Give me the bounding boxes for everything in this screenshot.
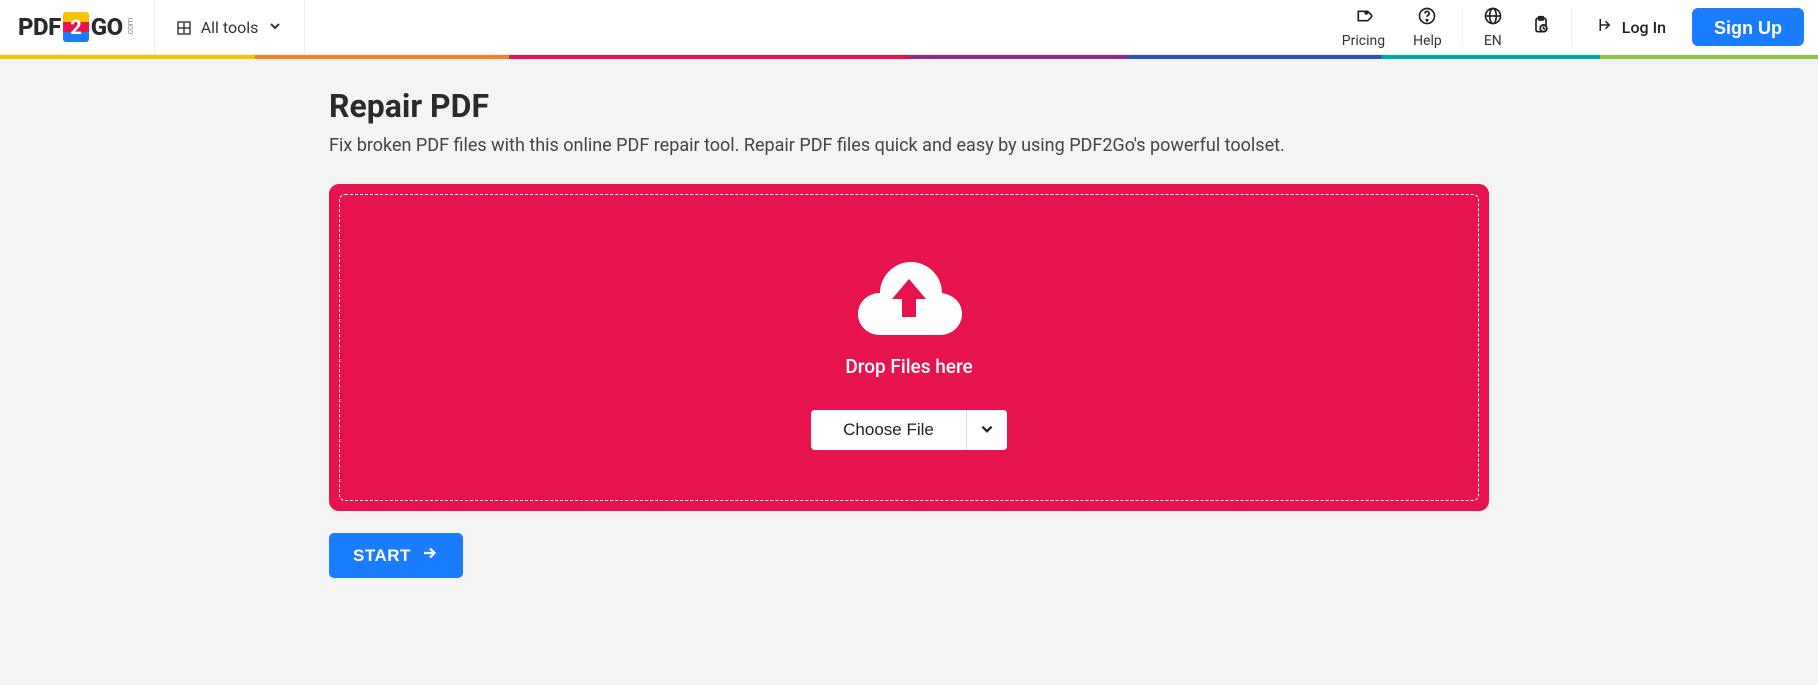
help-icon <box>1417 6 1437 30</box>
start-button[interactable]: START <box>329 533 463 578</box>
page-subtitle: Fix broken PDF files with this online PD… <box>329 135 1489 156</box>
nav-language-label: EN <box>1484 33 1502 49</box>
dropzone[interactable]: Drop Files here Choose File <box>329 184 1489 511</box>
choose-file-dropdown[interactable] <box>966 410 1007 450</box>
all-tools-menu[interactable]: All tools <box>155 0 306 54</box>
arrow-right-icon <box>421 544 439 567</box>
start-label: START <box>353 546 411 566</box>
login-icon <box>1598 16 1616 38</box>
cloud-upload-icon <box>854 255 964 355</box>
clipboard-history-icon <box>1531 15 1551 39</box>
nav-pricing-label: Pricing <box>1342 33 1385 49</box>
logo: PDF 2 GO .com <box>18 12 136 42</box>
header: PDF 2 GO .com All tools P <box>0 0 1818 55</box>
login-label: Log In <box>1622 18 1666 37</box>
page-title: Repair PDF <box>329 87 1489 125</box>
grid-icon <box>177 20 191 34</box>
signup-button[interactable]: Sign Up <box>1692 8 1804 46</box>
divider <box>1571 8 1572 46</box>
drop-text: Drop Files here <box>845 355 972 378</box>
nav-help[interactable]: Help <box>1399 0 1456 54</box>
chevron-down-icon <box>268 18 282 37</box>
divider <box>1462 8 1463 46</box>
main-content: Repair PDF Fix broken PDF files with thi… <box>309 59 1509 606</box>
nav-help-label: Help <box>1413 33 1442 49</box>
dropzone-inner: Drop Files here Choose File <box>339 194 1479 501</box>
pricing-icon <box>1353 6 1373 30</box>
chevron-down-icon <box>979 421 995 440</box>
logo-area[interactable]: PDF 2 GO .com <box>0 0 155 54</box>
choose-file-button[interactable]: Choose File <box>811 410 966 450</box>
choose-file-group: Choose File <box>811 410 1007 450</box>
logo-text-pdf: PDF <box>18 13 61 41</box>
globe-icon <box>1483 6 1503 30</box>
logo-dotcom: .com <box>126 18 136 36</box>
nav-pricing[interactable]: Pricing <box>1328 0 1399 54</box>
logo-2-badge: 2 <box>63 12 89 42</box>
all-tools-label: All tools <box>201 18 259 37</box>
logo-text-go: GO <box>91 13 123 41</box>
nav-language[interactable]: EN <box>1469 0 1517 54</box>
nav-history[interactable] <box>1517 0 1565 54</box>
login-button[interactable]: Log In <box>1578 0 1686 54</box>
